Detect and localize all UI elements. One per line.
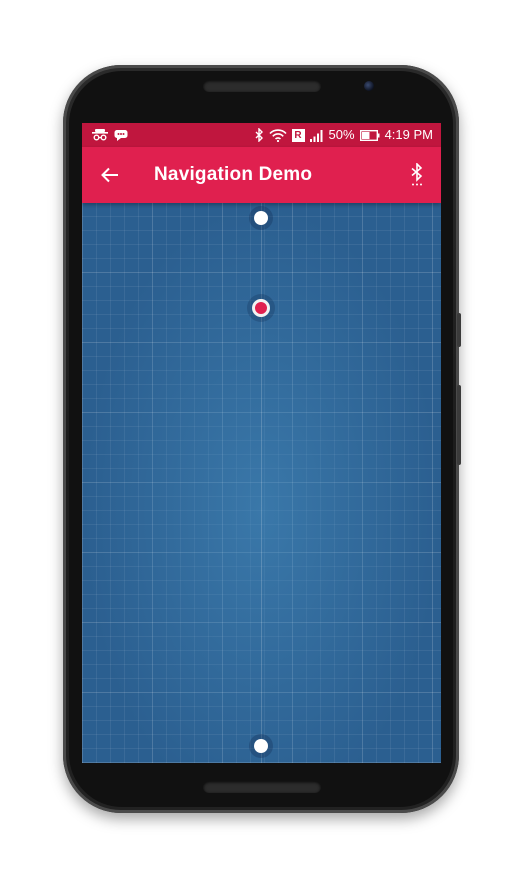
arrow-back-icon bbox=[101, 167, 119, 183]
status-left-icons bbox=[82, 129, 128, 142]
back-button[interactable] bbox=[82, 147, 138, 203]
navigation-map[interactable] bbox=[82, 203, 441, 763]
end-waypoint[interactable] bbox=[254, 739, 268, 753]
robot-position-marker bbox=[252, 299, 270, 317]
clock: 4:19 PM bbox=[384, 127, 433, 142]
battery-percent: 50% bbox=[328, 127, 355, 142]
device-mockup: R 50% 4:19 PM Navigation Demo bbox=[0, 0, 523, 878]
route-line bbox=[261, 203, 262, 763]
start-waypoint[interactable] bbox=[254, 211, 268, 225]
wifi-icon bbox=[268, 128, 287, 142]
bluetooth-icon bbox=[255, 128, 264, 142]
roaming-icon: R bbox=[291, 128, 305, 142]
front-camera bbox=[364, 81, 374, 91]
volume-rocker bbox=[457, 385, 461, 465]
status-bar: R 50% 4:19 PM bbox=[82, 123, 441, 147]
page-title: Navigation Demo bbox=[154, 164, 313, 185]
bottom-speaker-grille bbox=[203, 781, 321, 793]
phone-screen: R 50% 4:19 PM Navigation Demo bbox=[82, 123, 441, 763]
incognito-icon bbox=[92, 129, 108, 141]
chat-bubble-icon bbox=[114, 129, 128, 142]
status-right-icons: R 50% 4:19 PM bbox=[255, 123, 441, 147]
power-button bbox=[457, 313, 461, 347]
top-speaker-grille bbox=[203, 80, 321, 92]
app-toolbar: Navigation Demo bbox=[82, 147, 441, 203]
cell-signal-icon bbox=[309, 129, 324, 142]
bluetooth-connect-button[interactable] bbox=[393, 147, 441, 203]
battery-icon bbox=[359, 129, 380, 141]
bluetooth-searching-icon bbox=[410, 163, 424, 187]
